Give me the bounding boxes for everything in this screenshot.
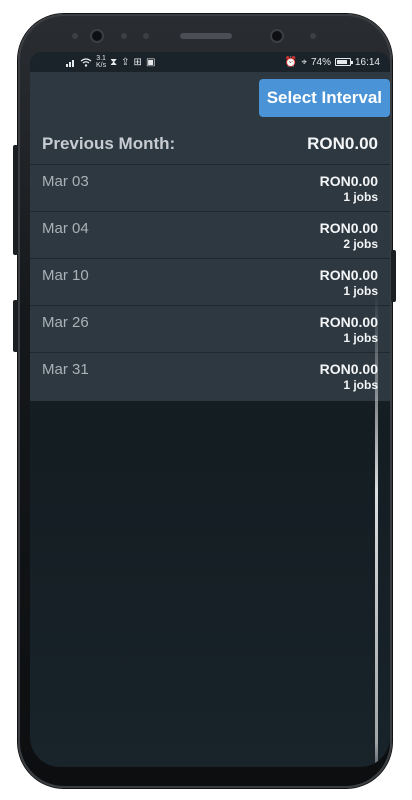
- item-amount: RON0.00: [319, 220, 378, 236]
- item-values: RON0.00 1 jobs: [320, 267, 378, 305]
- summary-total: RON0.00: [307, 134, 378, 153]
- item-jobs: 2 jobs: [343, 237, 378, 251]
- network-speed: 3.1 K/s: [96, 55, 106, 69]
- list-item[interactable]: Mar 26 RON0.00 1 jobs: [30, 306, 390, 353]
- screen-edge-reflection: [375, 292, 378, 767]
- item-values: RON0.00 1 jobs: [320, 361, 378, 401]
- volume-button: [13, 145, 18, 255]
- item-values: RON0.00 2 jobs: [320, 220, 378, 258]
- gallery-icon: ▣: [145, 56, 156, 68]
- earpiece-speaker: [180, 33, 232, 39]
- upload-icon: ⇪: [121, 56, 130, 68]
- status-left: 3.1 K/s ⧗ ⇪ ⊞ ▣: [66, 55, 155, 69]
- item-jobs: 1 jobs: [343, 284, 378, 298]
- phone-screen: 3.1 K/s ⧗ ⇪ ⊞ ▣ ⏰ ⌖ 74% 16:14 Select Int…: [30, 52, 390, 767]
- status-bar: 3.1 K/s ⧗ ⇪ ⊞ ▣ ⏰ ⌖ 74% 16:14: [30, 52, 390, 72]
- item-values: RON0.00 1 jobs: [320, 173, 378, 211]
- battery-icon: [334, 58, 353, 66]
- item-amount: RON0.00: [319, 361, 378, 377]
- item-jobs: 1 jobs: [343, 331, 378, 345]
- item-jobs: 1 jobs: [343, 190, 378, 204]
- select-interval-button[interactable]: Select Interval: [258, 79, 390, 117]
- item-date: Mar 31: [42, 361, 89, 378]
- earnings-card: Select Interval Previous Month: RON0.00 …: [30, 72, 390, 401]
- sensor-dot: [121, 33, 127, 39]
- status-right: ⏰ ⌖ 74% 16:14: [285, 57, 380, 68]
- item-date: Mar 03: [42, 173, 89, 190]
- location-icon: ⌖: [301, 56, 307, 68]
- item-jobs: 1 jobs: [343, 378, 378, 392]
- item-amount: RON0.00: [319, 314, 378, 330]
- hourglass-icon: ⧗: [110, 56, 118, 68]
- network-speed-unit: K/s: [96, 62, 107, 69]
- battery-percent: 74%: [310, 56, 331, 68]
- app-grid-icon: ⊞: [133, 56, 142, 68]
- iris-camera-icon: [92, 31, 102, 41]
- list-item[interactable]: Mar 31 RON0.00 1 jobs: [30, 353, 390, 401]
- power-button: [391, 250, 396, 302]
- list-item[interactable]: Mar 03 RON0.00 1 jobs: [30, 165, 390, 212]
- sensor-dot: [143, 33, 149, 39]
- list-item[interactable]: Mar 10 RON0.00 1 jobs: [30, 259, 390, 306]
- clock: 16:14: [354, 56, 380, 68]
- item-values: RON0.00 1 jobs: [320, 314, 378, 352]
- summary-label: Previous Month:: [42, 134, 176, 153]
- toolbar: Select Interval: [30, 72, 390, 124]
- list-item[interactable]: Mar 04 RON0.00 2 jobs: [30, 212, 390, 259]
- earnings-content: Select Interval Previous Month: RON0.00 …: [30, 72, 390, 401]
- item-amount: RON0.00: [319, 173, 378, 189]
- earnings-list: Mar 03 RON0.00 1 jobs Mar 04 RON0.00 2 j…: [30, 165, 390, 401]
- item-date: Mar 04: [42, 220, 89, 237]
- network-speed-value: 3.1: [96, 55, 106, 62]
- alarm-icon: ⏰: [284, 56, 298, 68]
- sensor-dot: [310, 33, 316, 39]
- signal-icon: [66, 59, 74, 67]
- front-camera-icon: [272, 31, 282, 41]
- summary-row: Previous Month: RON0.00: [30, 124, 390, 165]
- item-date: Mar 26: [42, 314, 89, 331]
- item-date: Mar 10: [42, 267, 89, 284]
- wifi-icon: [80, 57, 92, 67]
- bixby-button: [13, 300, 18, 352]
- item-amount: RON0.00: [319, 267, 378, 283]
- sensor-dot: [72, 33, 78, 39]
